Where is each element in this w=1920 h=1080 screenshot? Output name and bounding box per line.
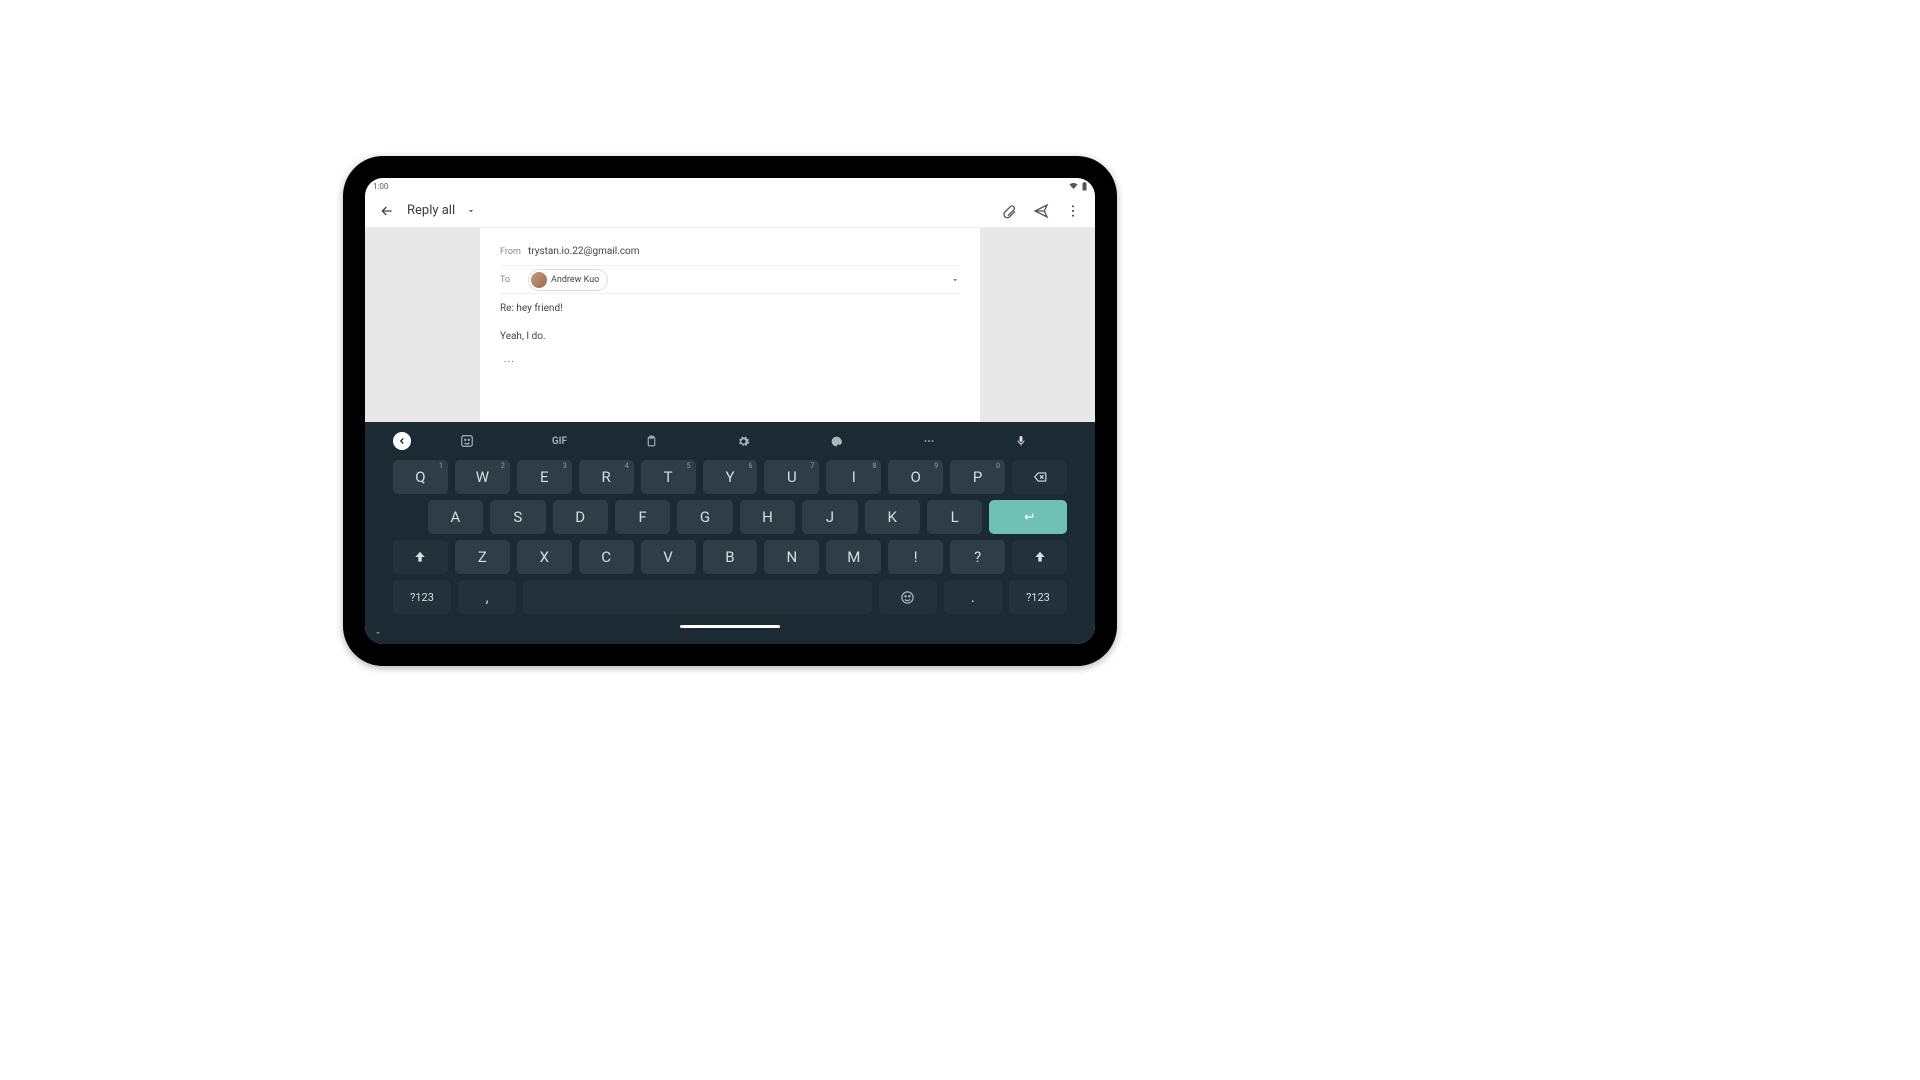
page-title: Reply all (407, 203, 455, 218)
status-bar: 1:00 (365, 178, 1095, 194)
from-label: From (500, 247, 528, 257)
key-X[interactable]: X (517, 540, 572, 574)
clock: 1:00 (373, 182, 388, 191)
content-area: From trystan.io.22@gmail.com To Andrew K… (365, 228, 1095, 422)
kb-sticker-icon[interactable] (421, 434, 513, 448)
battery-icon (1082, 182, 1087, 191)
key-T[interactable]: T5 (641, 460, 696, 494)
keyboard: GIF Q1W2E3R4T5Y6U7I8O9P0 ASDFGHJKL (365, 422, 1095, 644)
key-A[interactable]: A (428, 500, 483, 534)
key-L[interactable]: L (927, 500, 982, 534)
key-shift-left[interactable] (393, 540, 448, 574)
key-emoji[interactable] (879, 580, 937, 614)
key-P[interactable]: P0 (950, 460, 1005, 494)
expand-recipients-icon[interactable] (950, 275, 960, 285)
key-W[interactable]: W2 (455, 460, 510, 494)
kb-settings-icon[interactable] (698, 435, 790, 448)
key-E[interactable]: E3 (517, 460, 572, 494)
nav-bar[interactable] (393, 620, 1067, 632)
key-N[interactable]: N (764, 540, 819, 574)
from-value: trystan.io.22@gmail.com (528, 246, 640, 257)
key-I[interactable]: I8 (826, 460, 881, 494)
kb-theme-icon[interactable] (790, 435, 882, 448)
key-row-1: Q1W2E3R4T5Y6U7I8O9P0 (393, 460, 1067, 494)
kb-more-icon[interactable] (882, 434, 974, 448)
to-row[interactable]: To Andrew Kuo (500, 266, 960, 294)
key-Z[interactable]: Z (455, 540, 510, 574)
key-G[interactable]: G (677, 500, 732, 534)
keyboard-toolbar: GIF (393, 428, 1067, 454)
to-label: To (500, 275, 528, 285)
key-shift-right[interactable] (1012, 540, 1067, 574)
key-C[interactable]: C (579, 540, 634, 574)
key-space[interactable] (523, 580, 872, 614)
key-question[interactable]: ? (950, 540, 1005, 574)
key-period[interactable]: . (944, 580, 1002, 614)
key-enter[interactable] (989, 500, 1067, 534)
compose-card: From trystan.io.22@gmail.com To Andrew K… (480, 228, 980, 422)
send-icon[interactable] (1029, 199, 1053, 223)
from-row[interactable]: From trystan.io.22@gmail.com (500, 238, 960, 266)
key-row-3: ZXCVBNM!? (393, 540, 1067, 574)
key-H[interactable]: H (740, 500, 795, 534)
key-Q[interactable]: Q1 (393, 460, 448, 494)
subject-field[interactable]: Re: hey friend! (500, 294, 960, 322)
kb-mic-icon[interactable] (975, 435, 1067, 447)
key-symbols-right[interactable]: ?123 (1009, 580, 1067, 614)
key-symbols-left[interactable]: ?123 (393, 580, 451, 614)
body-field[interactable]: Yeah, I do. (500, 322, 960, 350)
attach-icon[interactable] (997, 199, 1021, 223)
key-B[interactable]: B (703, 540, 758, 574)
key-row-2: ASDFGHJKL (393, 500, 1067, 534)
key-S[interactable]: S (490, 500, 545, 534)
key-D[interactable]: D (553, 500, 608, 534)
key-K[interactable]: K (865, 500, 920, 534)
key-exclaim[interactable]: ! (888, 540, 943, 574)
kb-gif-button[interactable]: GIF (513, 436, 605, 447)
key-V[interactable]: V (641, 540, 696, 574)
wifi-icon (1069, 182, 1078, 190)
key-U[interactable]: U7 (764, 460, 819, 494)
kb-collapse-tools-icon[interactable] (393, 432, 411, 450)
key-backspace[interactable] (1012, 460, 1067, 494)
key-row-4: ?123,.?123 (393, 580, 1067, 614)
key-F[interactable]: F (615, 500, 670, 534)
key-comma[interactable]: , (458, 580, 516, 614)
avatar (531, 272, 547, 288)
app-bar: Reply all (365, 194, 1095, 228)
kb-clipboard-icon[interactable] (606, 435, 698, 448)
quoted-text-toggle[interactable]: ... (500, 350, 960, 365)
key-J[interactable]: J (802, 500, 857, 534)
recipient-chip[interactable]: Andrew Kuo (528, 269, 608, 291)
more-icon[interactable] (1061, 199, 1085, 223)
title-dropdown-icon[interactable] (463, 199, 479, 223)
key-R[interactable]: R4 (579, 460, 634, 494)
screen: 1:00 Reply all (365, 178, 1095, 644)
key-Y[interactable]: Y6 (703, 460, 758, 494)
kb-hide-icon[interactable] (373, 628, 383, 638)
tablet-frame: 1:00 Reply all (343, 156, 1117, 666)
recipient-name: Andrew Kuo (551, 275, 599, 285)
back-icon[interactable] (375, 199, 399, 223)
key-M[interactable]: M (826, 540, 881, 574)
key-O[interactable]: O9 (888, 460, 943, 494)
